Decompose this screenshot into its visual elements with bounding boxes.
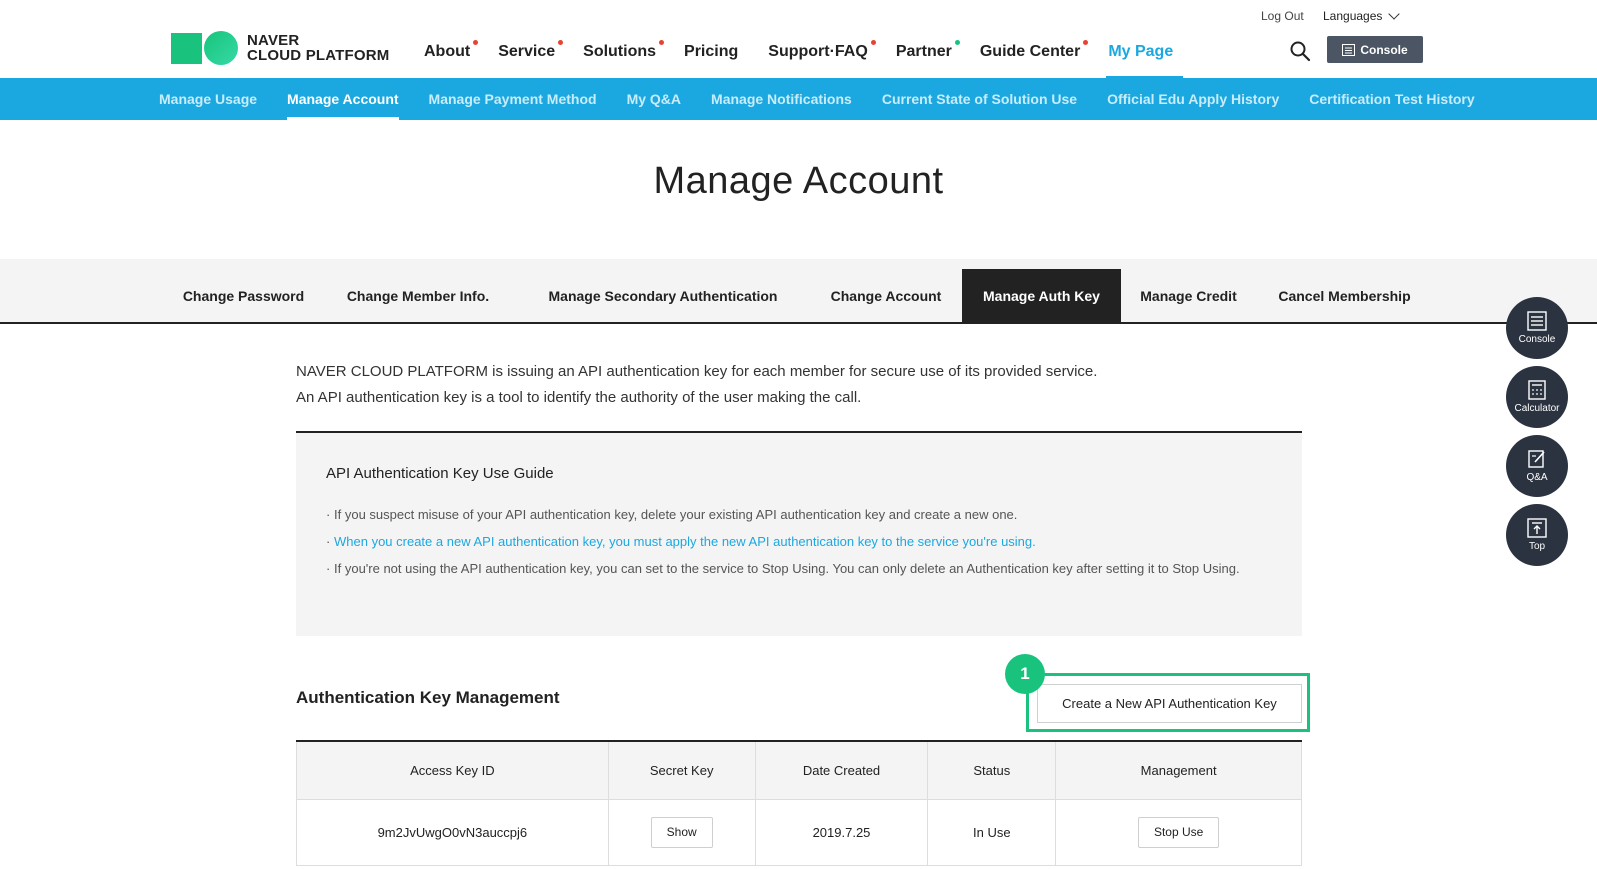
step-badge: 1 (1005, 654, 1045, 694)
nav-service[interactable]: Service (498, 40, 564, 66)
float-console-button[interactable]: Console (1506, 297, 1568, 359)
logo-mark-icon (171, 31, 239, 65)
logout-link[interactable]: Log Out (1261, 9, 1304, 23)
top-header: NAVER CLOUD PLATFORM About Service Solut… (0, 0, 1597, 79)
subnav-solution-use[interactable]: Current State of Solution Use (882, 78, 1077, 120)
search-icon[interactable] (1289, 40, 1311, 62)
subnav-manage-payment-method[interactable]: Manage Payment Method (429, 78, 597, 120)
main-nav: About Service Solutions Pricing Support·… (424, 40, 1201, 79)
col-status: Status (927, 741, 1057, 800)
nav-about[interactable]: About (424, 40, 479, 66)
console-button[interactable]: Console (1327, 36, 1423, 63)
guide-item: If you're not using the API authenticati… (326, 559, 1266, 579)
subnav-certification-history[interactable]: Certification Test History (1309, 78, 1474, 120)
api-key-guide-box: API Authentication Key Use Guide If you … (296, 431, 1302, 636)
page-title: Manage Account (653, 160, 944, 202)
guide-item: If you suspect misuse of your API authen… (326, 505, 1266, 525)
guide-list: If you suspect misuse of your API authen… (326, 505, 1266, 586)
intro-line-1: NAVER CLOUD PLATFORM is issuing an API a… (296, 363, 1098, 380)
subnav-edu-apply-history[interactable]: Official Edu Apply History (1107, 78, 1279, 120)
col-management: Management (1055, 741, 1302, 800)
access-key-id: 9m2JvUwgO0vN3auccpj6 (296, 798, 609, 866)
tab-cancel-membership[interactable]: Cancel Membership (1272, 269, 1417, 324)
subnav-my-qa[interactable]: My Q&A (627, 78, 681, 120)
tab-manage-auth-key[interactable]: Manage Auth Key (962, 269, 1121, 324)
tab-change-account[interactable]: Change Account (823, 269, 949, 324)
auth-key-table: Access Key ID Secret Key Date Created St… (296, 740, 1302, 866)
subnav-manage-account[interactable]: Manage Account (287, 78, 399, 120)
account-tab-bar: Change Password Change Member Info. Mana… (0, 259, 1597, 324)
guide-title: API Authentication Key Use Guide (326, 465, 554, 482)
col-secret-key: Secret Key (607, 741, 756, 800)
console-list-icon (1527, 311, 1547, 331)
nav-solutions[interactable]: Solutions (583, 40, 665, 66)
subnav-manage-usage[interactable]: Manage Usage (159, 78, 257, 120)
naver-cloud-logo[interactable]: NAVER CLOUD PLATFORM (171, 31, 390, 65)
nav-pricing[interactable]: Pricing (684, 42, 746, 66)
float-qa-button[interactable]: Q&A (1506, 435, 1568, 497)
tab-manage-credit[interactable]: Manage Credit (1131, 269, 1246, 324)
logo-text: NAVER CLOUD PLATFORM (247, 32, 390, 64)
float-top-button[interactable]: Top (1506, 504, 1568, 566)
console-icon (1342, 43, 1356, 56)
section-title-auth-key-management: Authentication Key Management (296, 688, 560, 707)
arrow-up-icon (1527, 518, 1547, 538)
intro-line-2: An API authentication key is a tool to i… (296, 389, 862, 406)
show-secret-key-button[interactable]: Show (650, 816, 713, 848)
chevron-down-icon (1388, 8, 1401, 20)
col-date-created: Date Created (754, 741, 929, 800)
tab-secondary-authentication[interactable]: Manage Secondary Authentication (543, 269, 783, 324)
my-page-subnav: Manage Usage Manage Account Manage Payme… (0, 78, 1597, 120)
float-calculator-button[interactable]: Calculator (1506, 366, 1568, 428)
create-api-key-button[interactable]: Create a New API Authentication Key (1037, 684, 1302, 723)
nav-support-faq[interactable]: Support·FAQ (768, 40, 876, 66)
nav-guide-center[interactable]: Guide Center (980, 40, 1089, 66)
stop-use-button[interactable]: Stop Use (1137, 816, 1220, 848)
date-created: 2019.7.25 (754, 798, 929, 866)
tab-change-member-info[interactable]: Change Member Info. (342, 269, 494, 324)
nav-partner[interactable]: Partner (896, 40, 960, 66)
status-text: In Use (927, 798, 1057, 866)
subnav-manage-notifications[interactable]: Manage Notifications (711, 78, 852, 120)
qa-pencil-icon (1528, 450, 1545, 468)
languages-dropdown[interactable]: Languages (1323, 8, 1401, 23)
intro-text: NAVER CLOUD PLATFORM is issuing an API a… (296, 359, 1097, 411)
table-header-row: Access Key ID Secret Key Date Created St… (296, 741, 1302, 800)
calculator-icon (1528, 380, 1546, 400)
nav-my-page[interactable]: My Page (1106, 42, 1184, 79)
guide-item-highlight: When you create a new API authentication… (326, 532, 1266, 552)
col-access-key-id: Access Key ID (296, 741, 609, 800)
table-row: 9m2JvUwgO0vN3auccpj6 Show 2019.7.25 In U… (296, 798, 1302, 866)
tab-change-password[interactable]: Change Password (176, 269, 311, 324)
